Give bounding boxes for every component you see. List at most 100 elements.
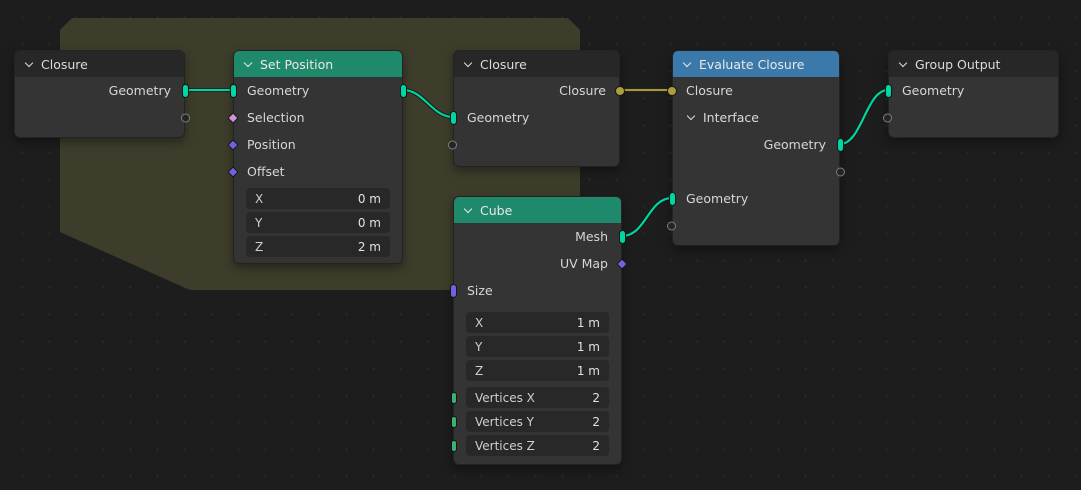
node-closure-left[interactable]: Closure Geometry	[14, 50, 185, 138]
socket-row-selection: Selection	[234, 104, 402, 131]
closure-input-socket[interactable]	[667, 86, 677, 96]
socket-row-geometry-input: Geometry	[673, 185, 839, 212]
link-cube-to-evaluate	[622, 198, 672, 236]
geometry-input-socket[interactable]	[230, 84, 237, 98]
node-header[interactable]: Closure	[15, 51, 184, 77]
field-value: 2	[592, 439, 600, 453]
value-field-vertices-y[interactable]: Vertices Y 2	[466, 411, 609, 432]
socket-label: Mesh	[575, 229, 608, 244]
interface-panel-header[interactable]: Interface	[673, 104, 839, 131]
collapse-chevron-icon[interactable]	[463, 59, 473, 69]
node-cube[interactable]: Cube Mesh UV Map Size X 1 m Y 1 m Z 1 m …	[453, 196, 622, 465]
field-value: 0 m	[358, 192, 381, 206]
extend-output-socket[interactable]	[836, 167, 845, 176]
geometry-input-socket[interactable]	[450, 111, 457, 125]
size-input-socket[interactable]	[450, 284, 457, 298]
socket-row-closure-output: Closure	[454, 77, 619, 104]
socket-row-geometry-output: Geometry	[673, 131, 839, 158]
field-value: 0 m	[358, 216, 381, 230]
field-label: Z	[475, 364, 483, 378]
value-field-z[interactable]: Z 2 m	[246, 236, 390, 257]
extend-input-socket[interactable]	[883, 113, 892, 122]
socket-label: Closure	[559, 83, 606, 98]
socket-row-size-input: Size	[454, 277, 621, 304]
socket-label: Closure	[686, 83, 733, 98]
node-evaluate-closure[interactable]: Evaluate Closure Closure Interface Geome…	[672, 50, 840, 246]
extend-socket-row	[673, 158, 839, 185]
collapse-chevron-icon[interactable]	[24, 59, 34, 69]
extend-socket-row	[673, 212, 839, 239]
collapse-chevron-icon[interactable]	[243, 59, 253, 69]
socket-row-geometry-input: Geometry	[454, 104, 619, 131]
node-editor-canvas[interactable]: { "editor": {"background": "#1d1d1d", "g…	[0, 0, 1081, 490]
geometry-output-socket[interactable]	[182, 84, 189, 98]
geometry-input-socket[interactable]	[885, 84, 892, 98]
field-label: Vertices Y	[475, 415, 534, 429]
value-field-size-y[interactable]: Y 1 m	[466, 336, 609, 357]
panel-label: Interface	[703, 110, 759, 125]
geometry-output-socket[interactable]	[837, 138, 844, 152]
link-shadow	[622, 198, 672, 236]
node-header[interactable]: Cube	[454, 197, 621, 223]
vertices-x-input-socket[interactable]	[451, 392, 457, 404]
node-title: Group Output	[915, 57, 1000, 72]
socket-label: Selection	[247, 110, 305, 125]
collapse-chevron-icon[interactable]	[463, 205, 473, 215]
socket-row-closure-input: Closure	[673, 77, 839, 104]
node-header[interactable]: Group Output	[889, 51, 1058, 77]
field-label: X	[475, 316, 483, 330]
node-header[interactable]: Set Position	[234, 51, 402, 77]
node-header[interactable]: Closure	[454, 51, 619, 77]
geometry-output-socket[interactable]	[400, 84, 407, 98]
field-label: Y	[475, 340, 482, 354]
link-shadow	[840, 90, 888, 144]
field-label: Y	[255, 216, 262, 230]
size-vector-fields: X 1 m Y 1 m Z 1 m	[466, 312, 609, 381]
mesh-output-socket[interactable]	[619, 230, 626, 244]
extend-socket-row	[15, 104, 184, 131]
socket-label: UV Map	[560, 256, 608, 271]
extend-socket-row	[454, 131, 619, 158]
extend-input-socket[interactable]	[667, 221, 676, 230]
closure-output-socket[interactable]	[615, 86, 625, 96]
node-group-output[interactable]: Group Output Geometry	[888, 50, 1059, 138]
vertices-fields: Vertices X 2 Vertices Y 2 Vertices Z 2	[466, 387, 609, 456]
node-title: Closure	[41, 57, 88, 72]
socket-row-uvmap-output: UV Map	[454, 250, 621, 277]
value-field-size-z[interactable]: Z 1 m	[466, 360, 609, 381]
field-value: 2 m	[358, 240, 381, 254]
vertices-z-input-socket[interactable]	[451, 440, 457, 452]
socket-label: Offset	[247, 164, 285, 179]
extend-output-socket[interactable]	[181, 113, 190, 122]
node-set-position[interactable]: Set Position Geometry Selection Position…	[233, 50, 403, 264]
value-field-vertices-z[interactable]: Vertices Z 2	[466, 435, 609, 456]
field-value: 1 m	[577, 340, 600, 354]
field-value: 1 m	[577, 364, 600, 378]
node-header[interactable]: Evaluate Closure	[673, 51, 839, 77]
socket-label: Geometry	[764, 137, 826, 152]
value-field-size-x[interactable]: X 1 m	[466, 312, 609, 333]
value-field-y[interactable]: Y 0 m	[246, 212, 390, 233]
socket-label: Size	[467, 283, 493, 298]
extend-input-socket[interactable]	[448, 140, 457, 149]
field-value: 2	[592, 391, 600, 405]
link-evaluate-to-groupoutput	[840, 90, 888, 144]
geometry-input-socket[interactable]	[669, 192, 676, 206]
uvmap-output-socket[interactable]	[616, 258, 627, 269]
value-field-vertices-x[interactable]: Vertices X 2	[466, 387, 609, 408]
panel-chevron-icon[interactable]	[686, 113, 696, 123]
socket-label: Geometry	[902, 83, 964, 98]
socket-label: Position	[247, 137, 296, 152]
field-label: Vertices Z	[475, 439, 535, 453]
vertices-y-input-socket[interactable]	[451, 416, 457, 428]
socket-row-geometry: Geometry	[234, 77, 402, 104]
node-closure-mid[interactable]: Closure Closure Geometry	[453, 50, 620, 167]
collapse-chevron-icon[interactable]	[682, 59, 692, 69]
field-value: 2	[592, 415, 600, 429]
field-label: X	[255, 192, 263, 206]
collapse-chevron-icon[interactable]	[898, 59, 908, 69]
value-field-x[interactable]: X 0 m	[246, 188, 390, 209]
node-title: Closure	[480, 57, 527, 72]
extend-socket-row	[889, 104, 1058, 131]
offset-vector-fields: X 0 m Y 0 m Z 2 m	[246, 188, 390, 257]
